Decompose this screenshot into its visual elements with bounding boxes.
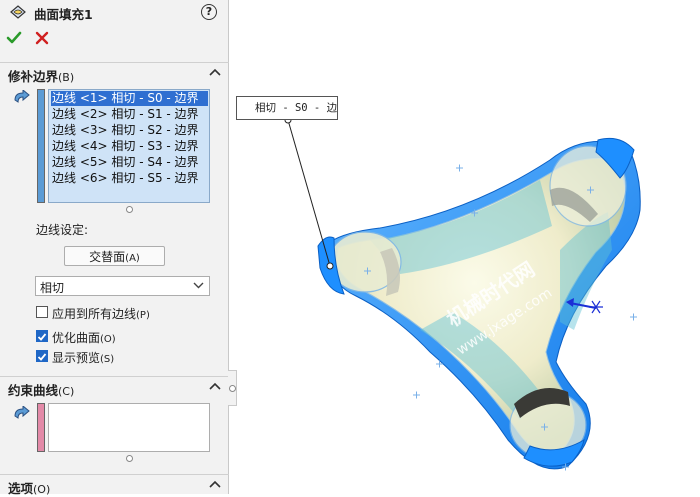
section-shortcut: (B) — [58, 71, 75, 84]
alternate-face-button-label: 交替面 — [89, 250, 126, 264]
close-icon — [35, 31, 49, 45]
chevron-up-icon[interactable] — [209, 66, 221, 80]
feature-title-row: 曲面填充1 ? — [0, 0, 229, 24]
ok-button[interactable] — [6, 30, 22, 49]
list-item[interactable]: 边线 <6> 相切 - S5 - 边界 — [52, 171, 199, 186]
section-title-text: 修补边界 — [8, 69, 59, 84]
constraint-color-swatch — [37, 403, 45, 452]
callout-anchor — [326, 262, 334, 270]
list-item[interactable]: 边线 <1> 相切 - S0 - 边界 — [51, 91, 208, 106]
apply-all-edges-text: 应用到所有边线 — [52, 307, 137, 321]
checkmark-icon — [37, 353, 47, 361]
section-header-patch-boundary[interactable]: 修补边界(B) — [0, 62, 229, 85]
graphics-viewport[interactable]: 机械时代网 www.jxage.com — [229, 0, 700, 494]
show-preview-checkbox[interactable] — [36, 350, 48, 362]
section-header-constraint-curves[interactable]: 约束曲线(C) — [0, 376, 229, 399]
optimize-surface-shortcut: (O) — [100, 334, 116, 345]
edge-condition-value: 相切 — [40, 281, 65, 295]
constraint-curve-list[interactable] — [48, 403, 210, 452]
list-item[interactable]: 边线 <2> 相切 - S1 - 边界 — [52, 107, 199, 122]
apply-all-edges-shortcut: (P) — [136, 310, 150, 321]
section-header-options[interactable]: 选项(O) — [0, 474, 229, 497]
list-item[interactable]: 边线 <5> 相切 - S4 - 边界 — [52, 155, 199, 170]
alternate-face-button[interactable]: 交替面(A) — [64, 246, 165, 266]
chevron-up-icon[interactable] — [209, 380, 221, 394]
callout-leader — [287, 119, 331, 267]
selection-arrows-icon — [12, 88, 32, 109]
optimize-surface-checkbox[interactable] — [36, 330, 48, 342]
help-icon[interactable]: ? — [201, 4, 217, 20]
show-preview-label: 显示预览(S) — [52, 349, 114, 366]
show-preview-text: 显示预览 — [52, 351, 101, 365]
property-manager-panel: 曲面填充1 ? 修补边界(B) 边线 <1> 相切 - S0 - 边界 边线 <… — [0, 0, 229, 497]
edge-condition-dropdown[interactable]: 相切 — [35, 276, 210, 296]
selection-arrows-icon — [12, 404, 32, 425]
feature-title: 曲面填充1 — [34, 7, 93, 22]
boundary-edge-list[interactable]: 边线 <1> 相切 - S0 - 边界 边线 <2> 相切 - S1 - 边界 … — [48, 89, 210, 203]
section-shortcut: (C) — [58, 385, 75, 398]
section-shortcut: (O) — [33, 483, 51, 496]
list-item[interactable]: 边线 <4> 相切 - S3 - 边界 — [52, 139, 199, 154]
alternate-face-shortcut: (A) — [125, 253, 140, 264]
section-title-constraint-curves: 约束曲线(C) — [8, 380, 74, 399]
apply-all-edges-checkbox[interactable] — [36, 306, 48, 318]
optimize-surface-label: 优化曲面(O) — [52, 329, 116, 346]
checkmark-icon — [37, 333, 47, 341]
edge-settings-label: 边线设定: — [36, 223, 89, 237]
show-preview-shortcut: (S) — [100, 354, 115, 365]
edge-callout-label[interactable]: 相切 - S0 - 边界 — [236, 96, 338, 120]
list-item[interactable]: 边线 <3> 相切 - S2 - 边界 — [52, 123, 199, 138]
list-resize-handle[interactable] — [126, 455, 133, 462]
chevron-down-icon — [193, 279, 204, 294]
section-title-options: 选项(O) — [8, 478, 50, 497]
surface-fill-icon — [9, 4, 27, 23]
section-title-text: 约束曲线 — [8, 383, 59, 398]
boundary-color-swatch — [37, 89, 45, 203]
checkmark-icon — [6, 31, 22, 44]
apply-all-edges-label: 应用到所有边线(P) — [52, 305, 150, 322]
optimize-surface-text: 优化曲面 — [52, 331, 101, 345]
chevron-up-icon[interactable] — [209, 478, 221, 492]
section-title-patch-boundary: 修补边界(B) — [8, 66, 74, 85]
fill-surface-preview — [284, 116, 641, 471]
list-resize-handle[interactable] — [126, 206, 133, 213]
cancel-button[interactable] — [34, 30, 50, 49]
